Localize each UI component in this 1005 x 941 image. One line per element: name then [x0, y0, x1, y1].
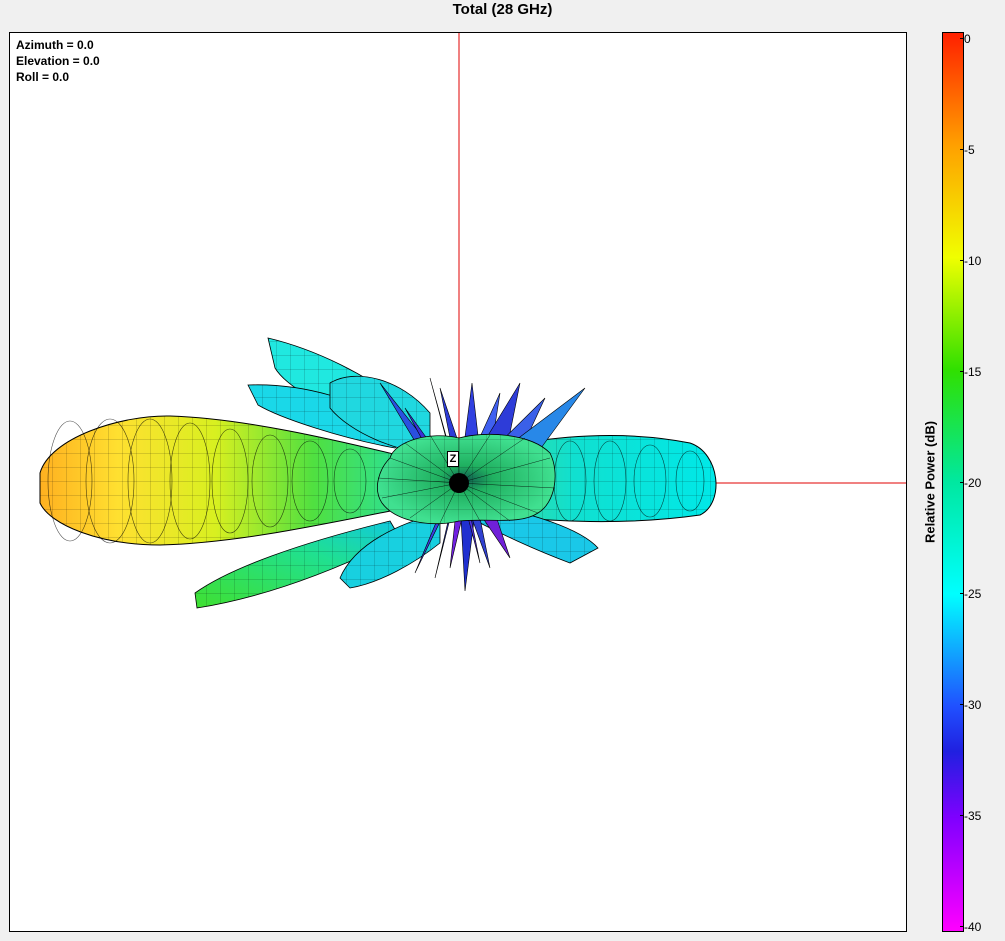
pattern-svg[interactable]: [10, 33, 907, 932]
colorbar-tick: -10: [959, 254, 982, 268]
colorbar-tick: -15: [959, 365, 982, 379]
colorbar-tick: -5: [960, 143, 975, 157]
radiation-pattern-view[interactable]: Azimuth = 0.0 Elevation = 0.0 Roll = 0.0: [9, 32, 907, 932]
colorbar-tick: -40: [959, 920, 982, 934]
chart-title: Total (28 GHz): [452, 1, 553, 18]
roll-readout: Roll = 0.0: [16, 70, 70, 84]
central-disc: [377, 433, 556, 525]
colorbar-tick: -35: [959, 809, 982, 823]
z-axis-label: Z: [447, 451, 459, 467]
colorbar-tick: -30: [959, 698, 982, 712]
colorbar-tick: -25: [959, 587, 982, 601]
colorbar-tick: 0: [960, 32, 971, 46]
elevation-readout: Elevation = 0.0: [16, 54, 100, 68]
colorbar-tick: -20: [959, 476, 982, 490]
colorbar-label: Relative Power (dB): [922, 420, 938, 544]
azimuth-readout: Azimuth = 0.0: [16, 38, 94, 52]
colorbar-ticks: 0 -5 -10 -15 -20 -25 -30 -35 -40: [959, 32, 1004, 934]
